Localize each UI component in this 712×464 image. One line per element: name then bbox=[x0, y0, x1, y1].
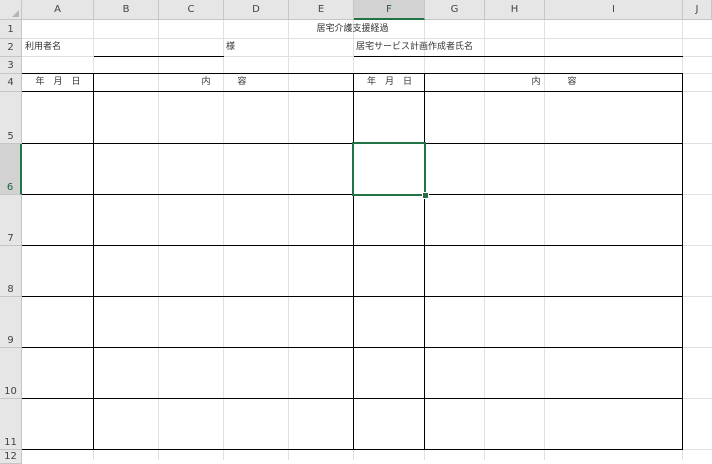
column-header-e[interactable]: E bbox=[289, 0, 354, 20]
row-header-6[interactable]: 6 bbox=[0, 144, 22, 195]
column-header-c[interactable]: C bbox=[159, 0, 224, 20]
cell-content-header-right[interactable]: 内 容 bbox=[425, 74, 683, 91]
row-header-7[interactable]: 7 bbox=[0, 195, 22, 246]
cell-date-header-left[interactable]: 年 月 日 bbox=[22, 74, 94, 91]
row-header-9[interactable]: 9 bbox=[0, 297, 22, 348]
row-header-8[interactable]: 8 bbox=[0, 246, 22, 297]
row-header-5[interactable]: 5 bbox=[0, 92, 22, 144]
fill-handle[interactable] bbox=[422, 192, 429, 199]
cell-date-header-right[interactable]: 年 月 日 bbox=[354, 74, 425, 91]
active-cell-f6[interactable] bbox=[352, 142, 426, 196]
row-header-10[interactable]: 10 bbox=[0, 348, 22, 399]
cell-content-header-left[interactable]: 内 容 bbox=[94, 74, 354, 91]
column-header-j[interactable]: J bbox=[683, 0, 712, 20]
row-header-3[interactable]: 3 bbox=[0, 57, 22, 74]
row-header-4[interactable]: 4 bbox=[0, 74, 22, 92]
column-header-i[interactable]: I bbox=[545, 0, 683, 20]
select-all-button[interactable] bbox=[0, 0, 22, 20]
column-header-g[interactable]: G bbox=[425, 0, 485, 20]
cell-user-name-label[interactable]: 利用者名 bbox=[25, 39, 61, 56]
column-header-d[interactable]: D bbox=[224, 0, 289, 20]
cell-honorific[interactable]: 様 bbox=[226, 39, 235, 56]
column-header-a[interactable]: A bbox=[22, 0, 94, 20]
cell-title[interactable]: 居宅介護支援経過 bbox=[22, 21, 683, 38]
column-header-f[interactable]: F bbox=[354, 0, 425, 20]
row-header-12[interactable]: 12 bbox=[0, 450, 22, 464]
column-header-b[interactable]: B bbox=[94, 0, 159, 20]
row-header-2[interactable]: 2 bbox=[0, 39, 22, 57]
cell-planner-name-label[interactable]: 居宅サービス計画作成者氏名 bbox=[356, 39, 473, 56]
row-header-11[interactable]: 11 bbox=[0, 399, 22, 450]
row-header-1[interactable]: 1 bbox=[0, 20, 22, 39]
column-header-h[interactable]: H bbox=[485, 0, 545, 20]
